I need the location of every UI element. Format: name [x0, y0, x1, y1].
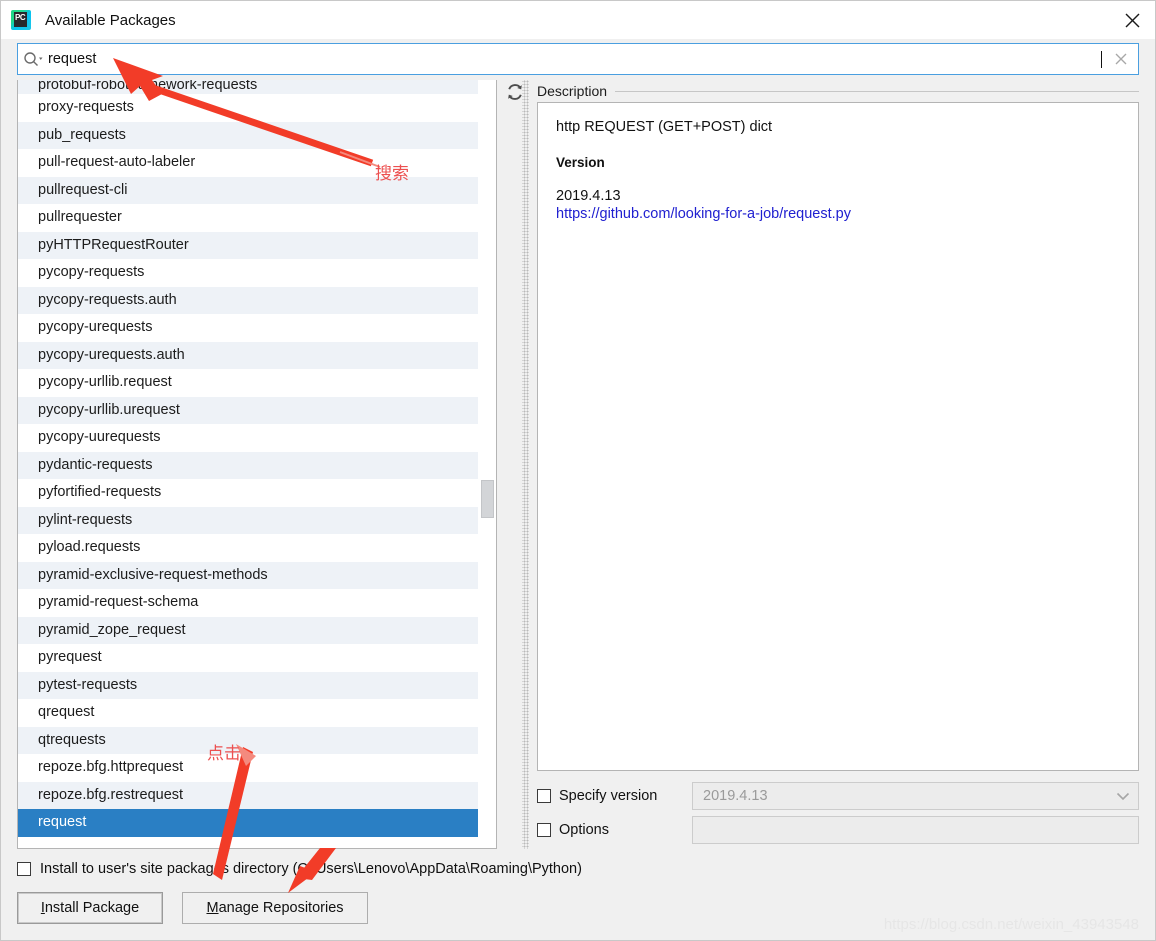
specify-version-checkbox[interactable]	[537, 789, 551, 803]
package-list-item[interactable]: repoze.bfg.restrequest	[18, 781, 478, 809]
pane-splitter[interactable]	[522, 80, 529, 849]
package-list-item[interactable]: protobuf-robotframework-requests	[18, 80, 478, 94]
dialog-footer: Install to user's site packages director…	[1, 849, 1155, 940]
package-list-item[interactable]: pycopy-requests	[18, 259, 478, 287]
search-box[interactable]	[17, 43, 1139, 75]
package-list-item[interactable]: pyramid-request-schema	[18, 589, 478, 617]
package-list-item[interactable]: pycopy-urequests	[18, 314, 478, 342]
package-list-item[interactable]: pub_requests	[18, 121, 478, 149]
package-list-item[interactable]: pyload.requests	[18, 534, 478, 562]
package-list-item-selected[interactable]: request	[18, 809, 478, 837]
scrollbar-thumb[interactable]	[481, 480, 494, 518]
description-summary: http REQUEST (GET+POST) dict	[556, 119, 773, 135]
specify-version-label: Specify version	[559, 788, 658, 804]
manage-repositories-button[interactable]: Manage Repositories	[182, 892, 368, 924]
package-list-item[interactable]: qtrequests	[18, 726, 478, 754]
clear-icon[interactable]	[1104, 53, 1138, 65]
package-list-item[interactable]: qrequest	[18, 699, 478, 727]
user-site-checkbox-group[interactable]: Install to user's site packages director…	[17, 855, 1139, 883]
title-bar: PC Available Packages	[1, 1, 1155, 39]
description-group: Description http REQUEST (GET+POST) dict…	[537, 80, 1139, 771]
package-list-item[interactable]: repoze.bfg.httprequest	[18, 754, 478, 782]
package-list-item[interactable]: pyHTTPRequestRouter	[18, 231, 478, 259]
manage-button-mnemonic: M	[206, 900, 219, 916]
user-site-label: Install to user's site packages director…	[40, 861, 582, 877]
package-list-item[interactable]: pylint-requests	[18, 506, 478, 534]
description-body: http REQUEST (GET+POST) dict Version 201…	[537, 102, 1139, 771]
description-version-label: Version	[556, 155, 605, 170]
package-list-item[interactable]: pyramid_zope_request	[18, 616, 478, 644]
options-checkbox[interactable]	[537, 823, 551, 837]
description-link[interactable]: https://github.com/looking-for-a-job/req…	[556, 206, 1120, 222]
package-list-item[interactable]: pycopy-urllib.request	[18, 369, 478, 397]
install-package-button[interactable]: Install Package	[17, 892, 163, 924]
options-input[interactable]	[692, 816, 1139, 844]
pycharm-icon: PC	[11, 10, 31, 30]
package-list-item[interactable]: pycopy-requests.auth	[18, 286, 478, 314]
options-checkbox-group[interactable]: Options	[537, 822, 692, 838]
window-title: Available Packages	[45, 11, 176, 29]
package-list-item[interactable]: proxy-requests	[18, 94, 478, 122]
description-legend-row: Description	[537, 80, 1139, 102]
footer-buttons: Install Package Manage Repositories	[17, 892, 1139, 924]
package-list-item[interactable]: pytest-requests	[18, 671, 478, 699]
package-list-item[interactable]: pyfortified-requests	[18, 479, 478, 507]
options-label: Options	[559, 822, 609, 838]
search-row	[1, 39, 1155, 75]
main-content: protobuf-robotframework-requests proxy-re…	[1, 75, 1155, 849]
description-version-value: 2019.4.13	[556, 188, 621, 204]
description-legend: Description	[537, 83, 608, 99]
close-icon[interactable]	[1109, 1, 1155, 39]
package-list-item[interactable]: pydantic-requests	[18, 451, 478, 479]
package-list-container: protobuf-robotframework-requests proxy-re…	[17, 80, 497, 849]
package-list-item[interactable]: pycopy-urllib.urequest	[18, 396, 478, 424]
package-list[interactable]: protobuf-robotframework-requests proxy-re…	[18, 80, 478, 848]
package-list-item[interactable]: pullrequest-cli	[18, 176, 478, 204]
search-input[interactable]	[48, 46, 1102, 72]
description-pane: Description http REQUEST (GET+POST) dict…	[537, 80, 1139, 849]
middle-toolbar	[497, 80, 537, 849]
specify-version-row: Specify version 2019.4.13	[537, 781, 1139, 811]
package-list-item[interactable]: pycopy-urequests.auth	[18, 341, 478, 369]
package-list-item[interactable]: pull-request-auto-labeler	[18, 149, 478, 177]
options-area: Specify version 2019.4.13 Options	[537, 771, 1139, 849]
specify-version-value: 2019.4.13	[703, 788, 768, 804]
user-site-checkbox[interactable]	[17, 862, 31, 876]
package-list-item[interactable]: pullrequester	[18, 204, 478, 232]
available-packages-dialog: PC Available Packages request protobuf-r…	[0, 0, 1156, 941]
search-icon[interactable]	[18, 51, 48, 67]
package-list-item[interactable]: pycopy-uurequests	[18, 424, 478, 452]
specify-version-combobox[interactable]: 2019.4.13	[692, 782, 1139, 810]
manage-button-label: anage Repositories	[218, 900, 344, 916]
package-list-item[interactable]: pyramid-exclusive-request-methods	[18, 561, 478, 589]
chevron-down-icon[interactable]	[1108, 792, 1138, 801]
package-list-pane: protobuf-robotframework-requests proxy-re…	[17, 80, 497, 849]
specify-version-checkbox-group[interactable]: Specify version	[537, 788, 692, 804]
package-list-scrollbar[interactable]	[478, 80, 496, 848]
options-row: Options	[537, 815, 1139, 845]
text-caret	[1101, 50, 1102, 68]
install-button-label: nstall Package	[44, 900, 140, 916]
package-list-item[interactable]: pyrequest	[18, 644, 478, 672]
legend-divider	[615, 90, 1139, 92]
